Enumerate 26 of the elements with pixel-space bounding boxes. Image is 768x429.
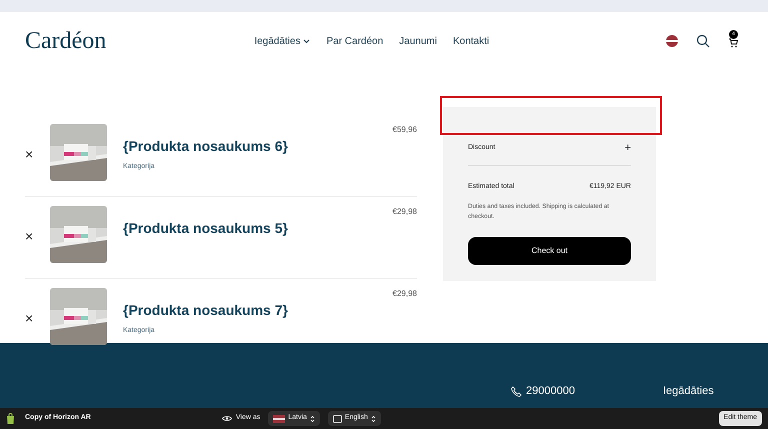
footer-link[interactable]: Iegādāties bbox=[662, 383, 714, 400]
phone-icon bbox=[511, 386, 522, 397]
up-down-icon bbox=[310, 414, 315, 422]
nav-link[interactable]: Kontakti bbox=[452, 34, 490, 48]
product-price: €59,96 bbox=[392, 124, 417, 136]
product-price: €29,98 bbox=[392, 288, 417, 300]
checkout-button[interactable]: Check out bbox=[468, 236, 631, 265]
product-price: €29,98 bbox=[392, 206, 417, 218]
nav-link[interactable]: Iegādāties bbox=[254, 34, 310, 48]
product-name[interactable]: {Produkta nosaukums 6} bbox=[123, 136, 288, 157]
search-icon[interactable] bbox=[696, 34, 710, 48]
flag-icon bbox=[273, 414, 286, 422]
up-down-icon bbox=[370, 414, 376, 422]
flag-icon[interactable] bbox=[666, 35, 678, 47]
nav-link[interactable]: Par Cardéon bbox=[326, 34, 384, 48]
nav-link[interactable]: Jaunumi bbox=[399, 34, 437, 48]
product-name[interactable]: {Produkta nosaukums 7} bbox=[123, 300, 288, 321]
product-name[interactable]: {Produkta nosaukums 5} bbox=[123, 218, 288, 239]
bag-icon bbox=[6, 413, 15, 424]
expand-toggle[interactable]: + bbox=[624, 140, 631, 156]
remove-button[interactable]: × bbox=[25, 308, 50, 329]
remove-button[interactable]: × bbox=[25, 144, 50, 165]
remove-button[interactable]: × bbox=[25, 226, 50, 247]
logo[interactable]: Cardéon bbox=[25, 23, 106, 59]
phone-number: 29000000 bbox=[526, 384, 575, 399]
eye-icon bbox=[222, 415, 232, 422]
